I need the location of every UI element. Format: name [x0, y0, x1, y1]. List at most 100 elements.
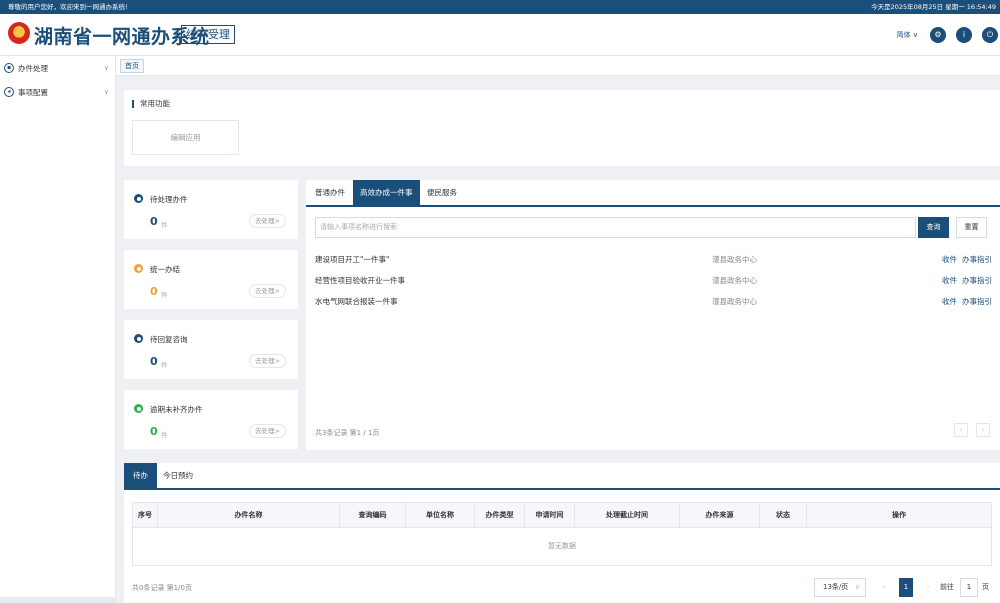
top-bar: 尊敬的用户您好，欢迎来到一网通办系统! 今天是2025年08月25日 星期一 1…: [0, 0, 1000, 14]
empty-state: 暂无数据: [132, 528, 992, 566]
page-size-select[interactable]: 13条/页 ∨: [814, 578, 866, 597]
stat-label: 统一办结: [150, 265, 180, 274]
config-icon: ◂: [4, 87, 14, 97]
stat-unit: 件: [161, 291, 168, 299]
receive-link[interactable]: 收件: [942, 271, 957, 291]
next-page-icon[interactable]: ›: [921, 578, 935, 597]
search-input[interactable]: 请输入事项名称进行搜索: [315, 217, 916, 238]
stat-unit: 件: [161, 431, 168, 439]
stat-card-consult: 待回复咨询 0 件 去处理>: [124, 320, 298, 379]
page-unit-label: 页: [982, 583, 989, 591]
panel-tabs: 普通办件 高效办成一件事 便民服务: [306, 180, 1000, 207]
chevron-down-icon: ∨: [103, 64, 109, 72]
column-header: 单位名称: [406, 503, 475, 527]
stat-value: 0: [150, 285, 158, 298]
column-header: 办件来源: [680, 503, 760, 527]
go-process-button[interactable]: 去处理>: [249, 214, 286, 228]
column-header: 办件类型: [475, 503, 525, 527]
list-item: 经营性项目验收开业一件事 澧县政务中心 收件 办事指引: [315, 271, 995, 291]
date-text: 今天是2025年08月25日 星期一 16:54:49: [871, 3, 996, 11]
status-dot-icon: [134, 264, 143, 273]
guide-link[interactable]: 办事指引: [962, 292, 992, 312]
service-panel: 普通办件 高效办成一件事 便民服务 请输入事项名称进行搜索 查询 重置 建设项目…: [306, 180, 1000, 450]
item-org: 澧县政务中心: [712, 276, 757, 285]
emblem-logo: [8, 22, 30, 44]
prev-page-icon[interactable]: ‹: [954, 423, 968, 437]
sidebar-item-case-handling[interactable]: ▪ 办件处理 ∨: [0, 56, 115, 80]
language-select[interactable]: 简体 ∨: [897, 30, 918, 40]
guide-link[interactable]: 办事指引: [962, 271, 992, 291]
list-item: 水电气网联合报装一件事 澧县政务中心 收件 办事指引: [315, 292, 995, 312]
edit-app-button[interactable]: 编辑应用: [132, 120, 239, 155]
guide-link[interactable]: 办事指引: [962, 250, 992, 270]
tab-normal-case[interactable]: 普通办件: [308, 180, 352, 205]
receive-link[interactable]: 收件: [942, 250, 957, 270]
tab-convenience[interactable]: 便民服务: [420, 180, 464, 205]
sub-system-badge[interactable]: 统一受理: [181, 25, 235, 44]
stat-card-pending: 待处理办件 0 件 去处理>: [124, 180, 298, 239]
table-header: 序号 办件名称 查询编码 单位名称 办件类型 申请时间 处理截止时间 办件来源 …: [132, 502, 992, 528]
stat-label: 待处理办件: [150, 195, 188, 204]
query-button[interactable]: 查询: [918, 217, 949, 238]
status-dot-icon: [134, 194, 143, 203]
sidebar: ▪ 办件处理 ∨ ◂ 事项配置 ∨: [0, 56, 116, 603]
tab-strip: 首页: [116, 56, 1000, 76]
column-header: 操作: [892, 511, 906, 519]
info-icon[interactable]: i: [956, 27, 972, 43]
stat-unit: 件: [161, 221, 168, 229]
tab-todo[interactable]: 待办: [124, 463, 157, 488]
page-number-current[interactable]: 1: [899, 578, 913, 597]
stat-value: 0: [150, 425, 158, 438]
item-name[interactable]: 经营性项目验收开业一件事: [315, 271, 405, 291]
stat-unit: 件: [161, 361, 168, 369]
folder-icon: ▪: [4, 63, 14, 73]
sidebar-item-label: 事项配置: [18, 87, 48, 97]
stat-card-overdue: 逾期未补齐办件 0 件 去处理>: [124, 390, 298, 449]
tab-home[interactable]: 首页: [120, 59, 144, 73]
stat-label: 待回复咨询: [150, 335, 188, 344]
column-header: 状态: [760, 503, 807, 527]
common-functions-card: 常用功能 编辑应用: [124, 90, 1000, 166]
chevron-down-icon: ∨: [103, 88, 109, 96]
tab-today-appointment[interactable]: 今日预约: [154, 463, 202, 488]
todo-record-count: 共0条记录 第1/0页: [132, 584, 192, 592]
tab-one-thing[interactable]: 高效办成一件事: [353, 180, 420, 205]
reset-button[interactable]: 重置: [956, 217, 987, 238]
goto-page-input[interactable]: 1: [960, 578, 978, 597]
item-name[interactable]: 水电气网联合报装一件事: [315, 292, 398, 312]
todo-tabs: 待办 今日预约: [124, 463, 1000, 490]
common-functions-title: 常用功能: [132, 100, 170, 108]
column-header: 办件名称: [158, 503, 340, 527]
item-org: 澧县政务中心: [712, 255, 757, 264]
column-header: 处理截止时间: [575, 503, 680, 527]
stat-value: 0: [150, 355, 158, 368]
receive-link[interactable]: 收件: [942, 292, 957, 312]
item-org: 澧县政务中心: [712, 297, 757, 306]
sidebar-item-item-config[interactable]: ◂ 事项配置 ∨: [0, 80, 115, 104]
column-header: 查询编码: [340, 503, 406, 527]
status-dot-icon: [134, 404, 143, 413]
settings-icon[interactable]: ⚙: [930, 27, 946, 43]
list-item: 建设项目开工"一件事" 澧县政务中心 收件 办事指引: [315, 250, 995, 270]
stat-card-completed: 统一办结 0 件 去处理>: [124, 250, 298, 309]
item-name[interactable]: 建设项目开工"一件事": [315, 250, 389, 270]
goto-label: 前往: [940, 583, 954, 591]
todo-panel: 待办 今日预约 序号 办件名称 查询编码 单位名称 办件类型 申请时间 处理截止…: [124, 463, 1000, 603]
header: 湖南省一网通办系统 统一受理 简体 ∨ ⚙ i ⏻: [0, 14, 1000, 56]
go-process-button[interactable]: 去处理>: [249, 284, 286, 298]
prev-page-icon[interactable]: ‹: [877, 578, 891, 597]
go-process-button[interactable]: 去处理>: [249, 354, 286, 368]
chevron-down-icon: ∨: [854, 583, 860, 591]
column-header: 序号: [133, 503, 158, 527]
power-icon[interactable]: ⏻: [982, 27, 998, 43]
next-page-icon[interactable]: ›: [976, 423, 990, 437]
page-size-label: 13条/页: [823, 583, 849, 591]
go-process-button[interactable]: 去处理>: [249, 424, 286, 438]
greeting-text: 尊敬的用户您好，欢迎来到一网通办系统!: [8, 3, 128, 11]
sidebar-item-label: 办件处理: [18, 63, 48, 73]
panel-record-count: 共3条记录 第1 / 1页: [315, 429, 380, 437]
status-dot-icon: [134, 334, 143, 343]
sidebar-scrollbar[interactable]: [0, 597, 116, 603]
column-header: 申请时间: [525, 503, 575, 527]
stat-label: 逾期未补齐办件: [150, 405, 203, 414]
